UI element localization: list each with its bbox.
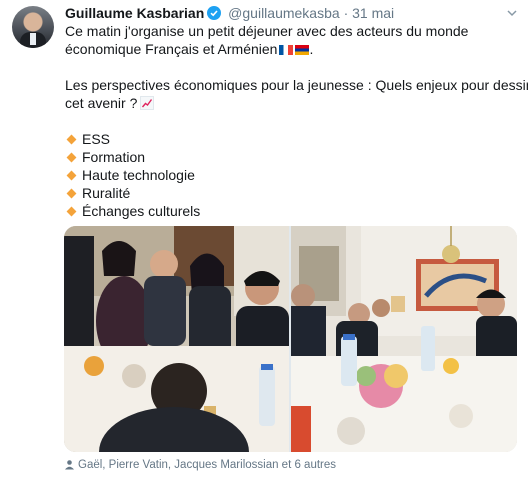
- tweet-line-1: Ce matin j'organise un petit déjeuner av…: [65, 23, 469, 39]
- topic-item: Formation: [65, 148, 145, 166]
- flag-armenia-icon: [295, 45, 310, 55]
- tweet-line: économique Français et Arménien.: [65, 40, 313, 58]
- tweet-date[interactable]: 31 mai: [352, 5, 394, 21]
- topic-item: Ruralité: [65, 184, 130, 202]
- orange-diamond-icon: [66, 152, 77, 163]
- author-name[interactable]: Guillaume Kasbarian: [65, 5, 204, 21]
- avatar[interactable]: [12, 6, 54, 48]
- photo-breakfast-table-left[interactable]: [64, 226, 289, 452]
- photo-breakfast-table-right[interactable]: [291, 226, 517, 452]
- photo-grid: [64, 226, 517, 452]
- tweet-line-2: économique Français et Arménien: [65, 41, 278, 57]
- topic-label: Formation: [82, 149, 146, 165]
- topic-label: Haute technologie: [82, 167, 195, 183]
- topic-label: Ruralité: [82, 185, 131, 201]
- orange-diamond-icon: [66, 206, 77, 217]
- topic-label: Échanges culturels: [82, 203, 201, 219]
- tweet-line: Les perspectives économiques pour la jeu…: [65, 76, 528, 94]
- tweet-line-3: Les perspectives économiques pour la jeu…: [65, 77, 528, 93]
- tweet-line: Ce matin j'organise un petit déjeuner av…: [65, 22, 468, 40]
- avatar-shirt: [30, 33, 36, 45]
- header-separator: ·: [343, 5, 349, 21]
- tweet-line-4: cet avenir ?: [65, 95, 138, 111]
- topic-item: Échanges culturels: [65, 202, 200, 220]
- period: .: [309, 41, 314, 57]
- topic-label: ESS: [82, 131, 111, 147]
- person-tag-icon: [64, 459, 75, 473]
- tweet-line: cet avenir ?: [65, 94, 155, 112]
- author-handle[interactable]: @guillaumekasba: [228, 5, 340, 21]
- topic-item: ESS: [65, 130, 110, 148]
- tagged-people-label: Gaël, Pierre Vatin, Jacques Marilossian …: [78, 459, 337, 471]
- verified-badge-icon: [207, 6, 222, 20]
- tagged-people[interactable]: Gaël, Pierre Vatin, Jacques Marilossian …: [64, 459, 336, 473]
- chevron-down-icon[interactable]: [506, 6, 518, 18]
- chart-increasing-icon: [140, 96, 155, 110]
- orange-diamond-icon: [66, 134, 77, 145]
- tweet-header: Guillaume Kasbarian @guillaumekasba · 31…: [65, 4, 394, 22]
- orange-diamond-icon: [66, 170, 77, 181]
- flag-france-icon: [279, 45, 294, 55]
- orange-diamond-icon: [66, 188, 77, 199]
- topic-item: Haute technologie: [65, 166, 195, 184]
